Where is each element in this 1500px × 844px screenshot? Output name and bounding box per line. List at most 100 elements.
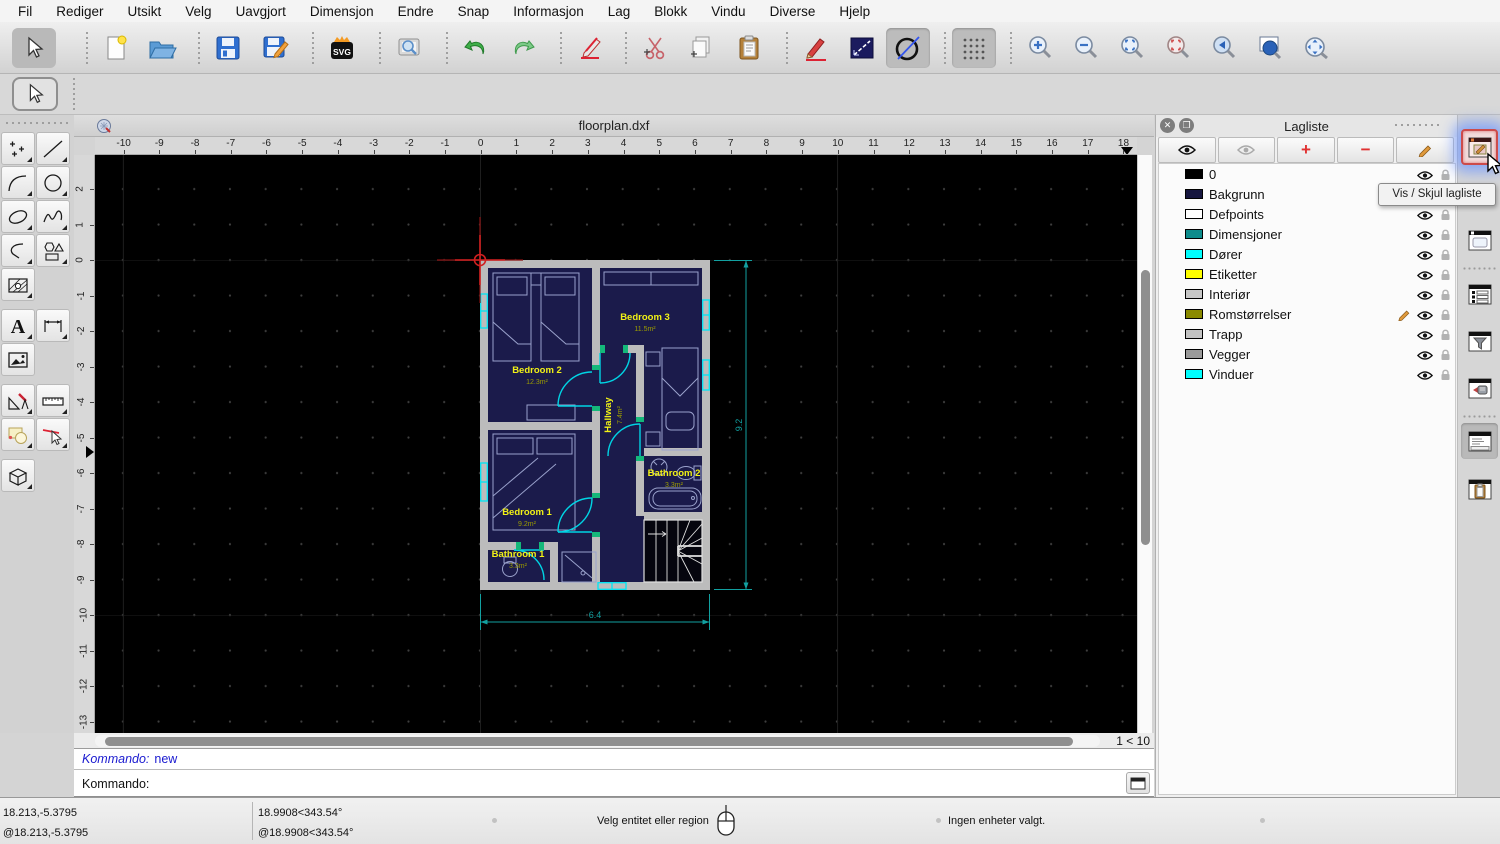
- layer-lock-icon[interactable]: [1440, 348, 1451, 361]
- zoom-window-button[interactable]: [1248, 28, 1292, 68]
- zoom-auto-button[interactable]: [1110, 28, 1154, 68]
- polyline-tool-button[interactable]: [1, 234, 35, 267]
- horizontal-scrollbar[interactable]: [95, 735, 1100, 747]
- circle-tool-button[interactable]: [886, 27, 930, 68]
- layer-lock-icon[interactable]: [1440, 228, 1451, 241]
- circle-tool-palette-button[interactable]: [36, 166, 70, 199]
- zoom-previous-button[interactable]: [1202, 28, 1246, 68]
- palette-grip[interactable]: [4, 120, 70, 128]
- draw-pencil-button[interactable]: [794, 28, 838, 68]
- ellipse-tool-button[interactable]: [1, 200, 35, 233]
- layer-row-vinduer[interactable]: Vinduer: [1159, 364, 1455, 384]
- layer-lock-icon[interactable]: [1440, 248, 1451, 261]
- toggle-block-list-button[interactable]: [1461, 276, 1498, 312]
- hide-all-layers-button[interactable]: [1217, 137, 1276, 163]
- layer-lock-icon[interactable]: [1440, 328, 1451, 341]
- vertical-scrollbar[interactable]: [1137, 155, 1152, 733]
- document-titlebar[interactable]: floorplan.dxf: [74, 115, 1154, 137]
- measure-tool-button[interactable]: [36, 384, 70, 417]
- menu-snap[interactable]: Snap: [458, 4, 490, 19]
- layer-visible-eye-icon[interactable]: [1416, 350, 1434, 361]
- add-layer-button[interactable]: +: [1277, 137, 1335, 163]
- shape-tool-button[interactable]: [36, 234, 70, 267]
- menu-fil[interactable]: Fil: [18, 4, 32, 19]
- save-button[interactable]: [206, 28, 250, 68]
- toggle-clipboard-panel-button[interactable]: [1461, 471, 1498, 507]
- show-all-layers-button[interactable]: [1158, 137, 1216, 163]
- open-file-button[interactable]: [140, 28, 184, 68]
- remove-layer-button[interactable]: −: [1336, 137, 1395, 163]
- layer-row-defpoints[interactable]: Defpoints: [1159, 204, 1455, 224]
- layer-row-interi-r[interactable]: Interiør: [1159, 284, 1455, 304]
- zoom-out-button[interactable]: [1064, 28, 1108, 68]
- pointer-tool-button[interactable]: [12, 27, 56, 68]
- svg-export-button[interactable]: SVG: [320, 28, 364, 68]
- command-input-row[interactable]: Kommando:: [74, 770, 1154, 797]
- point-tool-button[interactable]: [1, 132, 35, 165]
- command-options-button[interactable]: [1126, 772, 1150, 794]
- layer-row-romst-rrelser[interactable]: Romstørrelser: [1159, 304, 1455, 324]
- zoom-selection-button[interactable]: [1156, 28, 1200, 68]
- menu-uavgjort[interactable]: Uavgjort: [236, 4, 286, 19]
- edit-layer-button[interactable]: [1396, 137, 1454, 163]
- layer-row-etiketter[interactable]: Etiketter: [1159, 264, 1455, 284]
- grid-toggle-button[interactable]: [952, 27, 996, 68]
- menu-informasjon[interactable]: Informasjon: [513, 4, 584, 19]
- image-tool-button[interactable]: [1, 343, 35, 376]
- menu-diverse[interactable]: Diverse: [770, 4, 816, 19]
- layer-row-dimensjoner[interactable]: Dimensjoner: [1159, 224, 1455, 244]
- selection-pointer-button[interactable]: [12, 77, 58, 111]
- vertical-scrollbar-thumb[interactable]: [1141, 270, 1150, 545]
- menu-velg[interactable]: Velg: [185, 4, 211, 19]
- layer-lock-icon[interactable]: [1440, 268, 1451, 281]
- menu-blokk[interactable]: Blokk: [654, 4, 687, 19]
- layer-visible-eye-icon[interactable]: [1416, 210, 1434, 221]
- layer-lock-icon[interactable]: [1440, 368, 1451, 381]
- menu-dimensjon[interactable]: Dimensjon: [310, 4, 374, 19]
- layer-row-d-rer[interactable]: Dører: [1159, 244, 1455, 264]
- layer-visible-eye-icon[interactable]: [1416, 290, 1434, 301]
- redo-button[interactable]: [501, 28, 545, 68]
- menu-utsikt[interactable]: Utsikt: [128, 4, 162, 19]
- dimension-tool-button[interactable]: [36, 309, 70, 342]
- print-preview-button[interactable]: [387, 28, 431, 68]
- menu-rediger[interactable]: Rediger: [56, 4, 103, 19]
- menu-endre[interactable]: Endre: [398, 4, 434, 19]
- layer-row-vegger[interactable]: Vegger: [1159, 344, 1455, 364]
- toggle-selection-filter-button[interactable]: [1461, 323, 1498, 359]
- text-tool-button[interactable]: A: [1, 309, 35, 342]
- layer-visible-eye-icon[interactable]: [1416, 230, 1434, 241]
- layer-lock-icon[interactable]: [1440, 288, 1451, 301]
- layer-lock-icon[interactable]: [1440, 168, 1451, 181]
- menu-lag[interactable]: Lag: [608, 4, 631, 19]
- hatch-tool-button[interactable]: [1, 268, 35, 301]
- modify-tool-button[interactable]: [1, 384, 35, 417]
- toggle-property-editor-button[interactable]: [1461, 222, 1498, 258]
- layer-lock-icon[interactable]: [1440, 308, 1451, 321]
- select-entity-tool-button[interactable]: [36, 418, 70, 451]
- cut-button[interactable]: [633, 28, 677, 68]
- copy-button[interactable]: [680, 28, 724, 68]
- panel-grip[interactable]: [1393, 122, 1439, 129]
- menu-vindu[interactable]: Vindu: [711, 4, 745, 19]
- zoom-pan-button[interactable]: [1294, 28, 1338, 68]
- layer-row-0[interactable]: 0: [1159, 164, 1455, 184]
- new-file-button[interactable]: [94, 28, 138, 68]
- layer-visible-eye-icon[interactable]: [1416, 330, 1434, 341]
- drawing-canvas[interactable]: Bedroom 3 11.5m² Bedroom 2 12.3m² Hallwa…: [95, 155, 1137, 733]
- layer-visible-eye-icon[interactable]: [1416, 250, 1434, 261]
- delete-entities-button[interactable]: [568, 28, 612, 68]
- undo-button[interactable]: [454, 28, 498, 68]
- layer-visible-eye-icon[interactable]: [1416, 370, 1434, 381]
- 3d-box-tool-button[interactable]: [1, 459, 35, 492]
- toggle-command-line-button[interactable]: [1461, 423, 1498, 459]
- line-tool-palette-button[interactable]: [36, 132, 70, 165]
- layer-row-trapp[interactable]: Trapp: [1159, 324, 1455, 344]
- block-tool-button[interactable]: [1, 418, 35, 451]
- menu-hjelp[interactable]: Hjelp: [839, 4, 870, 19]
- layer-visible-eye-icon[interactable]: [1416, 170, 1434, 181]
- line-tool-button[interactable]: [840, 28, 884, 68]
- horizontal-scrollbar-thumb[interactable]: [105, 736, 1073, 746]
- zoom-in-button[interactable]: [1018, 28, 1062, 68]
- layer-lock-icon[interactable]: [1440, 208, 1451, 221]
